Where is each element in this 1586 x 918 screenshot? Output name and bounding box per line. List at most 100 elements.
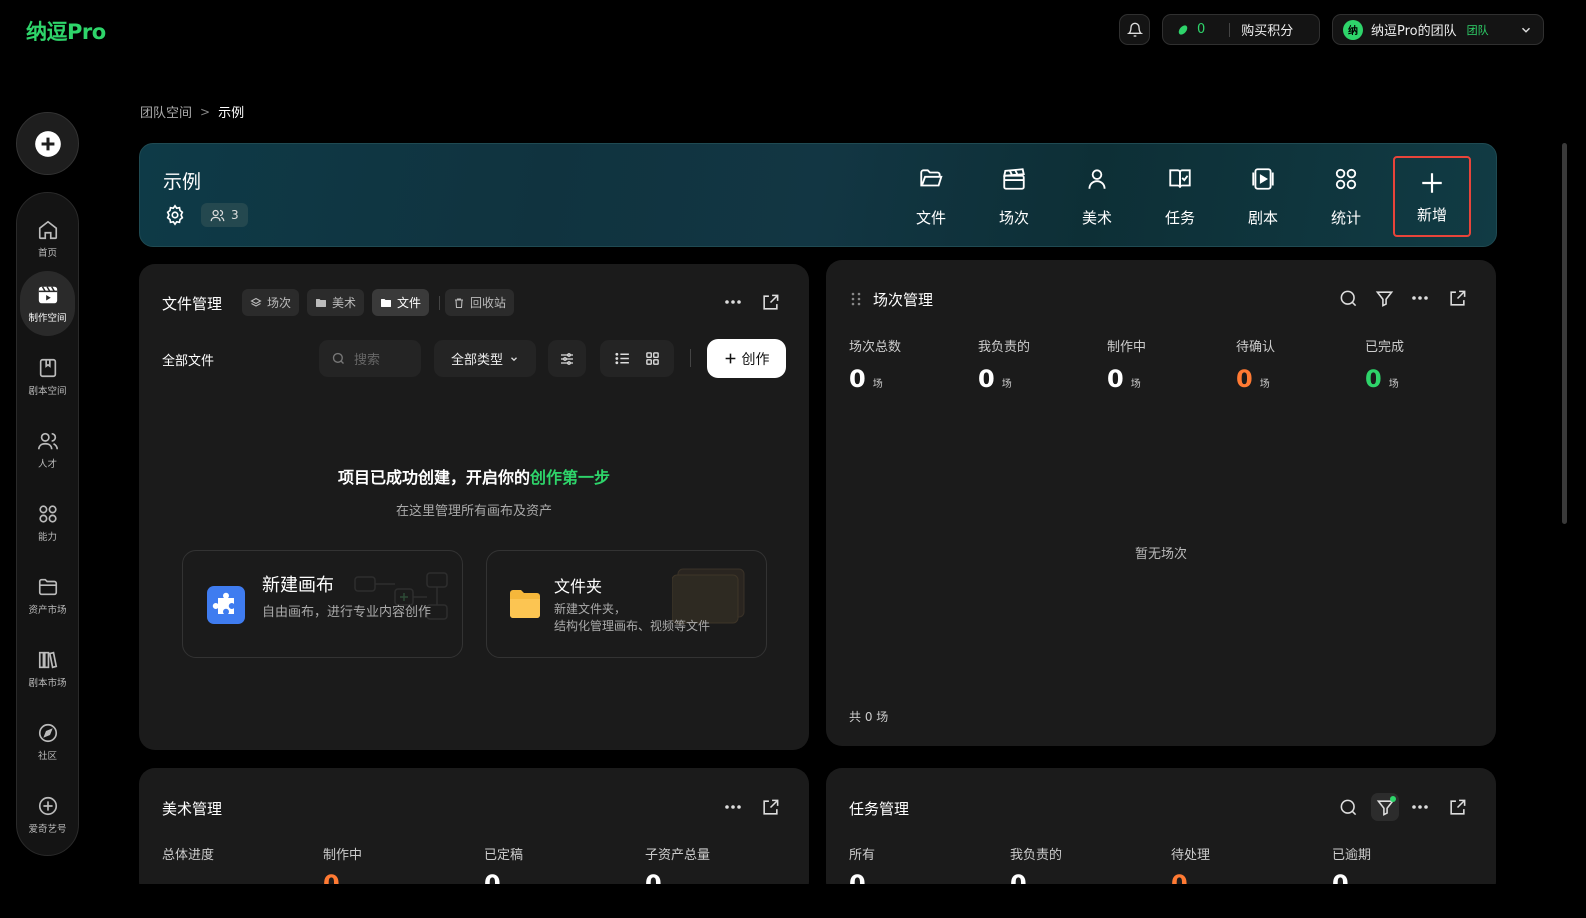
- tool-scripts[interactable]: 剧本: [1233, 166, 1293, 228]
- sidebar-item-community[interactable]: 社区: [20, 709, 75, 774]
- people-icon: [210, 209, 225, 221]
- chip-label: 场次: [267, 296, 292, 310]
- team-switcher[interactable]: 纳 纳逗Pro的团队 团队: [1332, 14, 1544, 45]
- trash-icon: [455, 297, 463, 308]
- tool-files[interactable]: 文件: [901, 166, 961, 228]
- filter-settings-button[interactable]: [548, 340, 586, 377]
- sidebar-item-abilities[interactable]: 能力: [20, 490, 75, 555]
- create-button[interactable]: 创作: [707, 339, 786, 378]
- search-button[interactable]: [1337, 287, 1359, 309]
- search-button[interactable]: [1337, 796, 1359, 818]
- clapper-icon: [38, 285, 57, 303]
- chip-scenes[interactable]: 场次: [242, 289, 300, 316]
- bell-icon: [1126, 22, 1143, 37]
- open-external-button[interactable]: [759, 796, 781, 818]
- sidebar-item-production[interactable]: 制作空间: [20, 271, 75, 336]
- search-input[interactable]: 搜索: [319, 340, 421, 377]
- tool-add[interactable]: 新增: [1393, 156, 1471, 237]
- sidebar-item-script-space[interactable]: 剧本空间: [20, 344, 75, 409]
- stat-label: 制作中: [1107, 340, 1147, 355]
- sidebar-item-talent[interactable]: 人才: [20, 417, 75, 482]
- grid-icon: [38, 504, 57, 523]
- stat-value-row: 0场: [1365, 365, 1404, 393]
- library-icon: [38, 651, 57, 668]
- new-folder-card[interactable]: 文件夹 新建文件夹， 结构化管理画布、视频等文件: [486, 550, 767, 658]
- tool-stats[interactable]: 统计: [1316, 166, 1376, 228]
- stat-label: 我负责的: [1010, 848, 1063, 863]
- open-external-button[interactable]: [1446, 287, 1468, 309]
- tool-art[interactable]: 美术: [1067, 166, 1127, 228]
- grid-view-button[interactable]: [645, 351, 660, 366]
- card-title: 美术管理: [162, 800, 223, 818]
- stat-mine[interactable]: 我负责的 0场: [978, 336, 1030, 393]
- sidebar-create-button[interactable]: [16, 112, 79, 175]
- folder-title: 文件夹: [554, 577, 603, 596]
- chip-recycle-bin[interactable]: 回收站: [445, 289, 515, 316]
- sidebar-item-home[interactable]: 首页: [20, 206, 75, 271]
- sidebar-nav: 首页 制作空间 剧本空间 人才 能力 资产市场 剧本市场 社区 爱奇艺号: [16, 192, 79, 856]
- stat-label: 已定稿: [484, 848, 524, 863]
- stat-total-scenes[interactable]: 场次总数 0场: [849, 336, 901, 393]
- sidebar-item-iqiyi[interactable]: 爱奇艺号: [20, 782, 75, 847]
- folder-icon: [38, 578, 57, 595]
- more-button[interactable]: [722, 796, 744, 818]
- divider: [1229, 22, 1231, 37]
- stat-value-row: 0场: [1236, 365, 1275, 393]
- stat-value-row: 0场: [849, 365, 901, 393]
- more-button[interactable]: [722, 291, 744, 313]
- stat-value: 0: [978, 365, 995, 393]
- page-scrollbar[interactable]: [1562, 143, 1567, 524]
- open-external-button[interactable]: [1446, 796, 1468, 818]
- notification-button[interactable]: [1119, 14, 1150, 45]
- sidebar-item-label: 能力: [37, 531, 57, 543]
- filter-button[interactable]: [1373, 287, 1395, 309]
- type-select[interactable]: 全部类型: [434, 340, 536, 377]
- filter-button[interactable]: [1371, 793, 1399, 821]
- empty-title-prefix: 项目已成功创建，开启你的: [337, 468, 530, 487]
- app-logo[interactable]: 纳逗Pro: [26, 16, 106, 46]
- list-view-button[interactable]: [614, 350, 631, 367]
- external-link-icon: [762, 799, 778, 815]
- breadcrumb-root[interactable]: 团队空间: [140, 102, 192, 121]
- stat-label: 所有: [849, 848, 876, 863]
- stat-unit: 场: [872, 379, 883, 390]
- bean-icon: [1178, 24, 1188, 35]
- buy-points-link[interactable]: 购买积分: [1241, 20, 1293, 39]
- empty-state-title: 项目已成功创建，开启你的创作第一步: [139, 464, 809, 488]
- empty-title-highlight: 创作第一步: [530, 468, 611, 487]
- stat-unit: 场: [1001, 379, 1012, 390]
- stat-unit: 场: [1388, 379, 1399, 390]
- stat-pending-confirm[interactable]: 待确认 0场: [1236, 336, 1275, 393]
- stat-in-production[interactable]: 制作中 0场: [1107, 336, 1146, 393]
- type-select-value: 全部类型: [450, 353, 503, 368]
- stat-label: 待确认: [1236, 340, 1276, 355]
- project-settings-button[interactable]: [164, 204, 186, 226]
- search-icon: [332, 352, 344, 364]
- sidebar-item-script-market[interactable]: 剧本市场: [20, 636, 75, 701]
- chip-files[interactable]: 文件: [372, 289, 430, 316]
- sidebar-item-asset-market[interactable]: 资产市场: [20, 563, 75, 628]
- external-link-icon: [1449, 799, 1465, 815]
- chip-art[interactable]: 美术: [307, 289, 365, 316]
- more-button[interactable]: [1409, 287, 1431, 309]
- folder-desc-line: 结构化管理画布、视频等文件: [554, 619, 711, 633]
- tool-tasks[interactable]: 任务: [1150, 166, 1210, 228]
- more-icon: [1412, 296, 1428, 300]
- team-name: 纳逗Pro的团队: [1371, 24, 1457, 39]
- create-label: 创作: [741, 351, 770, 368]
- new-canvas-desc: 自由画布，进行专业内容创作: [262, 605, 432, 620]
- more-button[interactable]: [1409, 796, 1431, 818]
- view-toggle: [600, 340, 674, 377]
- new-canvas-card[interactable]: 新建画布 自由画布，进行专业内容创作: [182, 550, 463, 658]
- folder-icon: [510, 590, 540, 618]
- drag-handle-icon[interactable]: [851, 292, 861, 306]
- clapper-icon: [1003, 168, 1025, 190]
- points-widget[interactable]: 0 购买积分: [1162, 14, 1320, 45]
- stat-label: 待处理: [1171, 848, 1211, 863]
- stat-completed[interactable]: 已完成 0场: [1365, 336, 1404, 393]
- member-count-button[interactable]: 3: [201, 203, 248, 227]
- open-external-button[interactable]: [759, 291, 781, 313]
- stat-label: 总体进度: [162, 848, 215, 863]
- tool-scenes[interactable]: 场次: [984, 166, 1044, 228]
- divider: [690, 349, 691, 367]
